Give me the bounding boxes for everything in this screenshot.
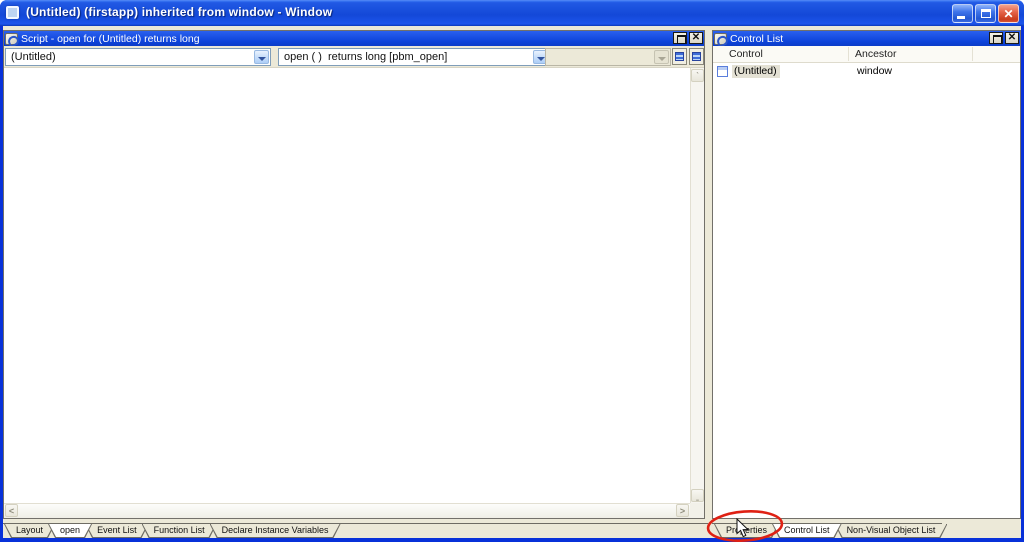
tab-function-list[interactable]: Function List — [142, 524, 217, 538]
control-dropdown[interactable]: (Untitled) — [5, 48, 271, 66]
control-list-tabstrip: Properties Control List Non-Visual Object … — [714, 524, 940, 538]
tab-label: Layout — [16, 525, 44, 535]
scroll-up-icon[interactable]: ˋ — [691, 69, 704, 82]
control-list-icon — [714, 32, 727, 45]
tab-declare-instance-variables[interactable]: Declare Instance Variables — [210, 524, 341, 538]
tab-non-visual-object-list[interactable]: Non-Visual Object List — [835, 524, 948, 538]
control-name[interactable]: (Untitled) — [732, 65, 780, 78]
column-separator — [972, 47, 973, 61]
column-header-ancestor[interactable]: Ancestor — [855, 48, 896, 60]
tab-label: Properties — [726, 525, 768, 535]
vertical-scrollbar[interactable]: ˋ ˍ — [690, 68, 704, 503]
script-toolbar: (Untitled) open ( ) returns long [pbm_op… — [4, 46, 704, 68]
caption-buttons: ✕ — [952, 4, 1019, 23]
script-panel-titlebar: Script - open for (Untitled) returns lon… — [4, 31, 704, 46]
control-list-panel: Control List ✕ Control Ancestor (Untitle… — [712, 30, 1021, 519]
script-close-button[interactable]: ✕ — [689, 32, 703, 44]
window-glyph-icon — [717, 66, 728, 77]
ancestor-name: window — [857, 65, 893, 77]
control-list-buttons: ✕ — [989, 32, 1019, 44]
maximize-icon — [981, 9, 991, 18]
minimize-button[interactable] — [952, 4, 973, 23]
tab-label: Function List — [153, 525, 205, 535]
control-list-titlebar: Control List ✕ — [713, 31, 1020, 46]
scroll-left-icon[interactable]: ˂ — [5, 504, 18, 517]
close-icon: ✕ — [1003, 7, 1014, 21]
scroll-right-icon[interactable]: ˃ — [676, 504, 689, 517]
tab-properties[interactable]: Properties — [714, 524, 779, 538]
control-list-maximize-button[interactable] — [989, 32, 1003, 44]
window-title: (Untitled) (firstapp) inherited from win… — [26, 5, 333, 19]
window-titlebar: (Untitled) (firstapp) inherited from win… — [0, 0, 1024, 26]
script-lines-icon — [675, 52, 684, 61]
control-list-header: Control Ancestor — [713, 46, 1020, 63]
chevron-down-icon[interactable] — [254, 50, 269, 64]
scrollbar-corner — [690, 503, 704, 518]
script-panel-title: Script - open for (Untitled) returns lon… — [21, 32, 200, 45]
column-header-control[interactable]: Control — [729, 48, 763, 60]
workspace-client-area: Script - open for (Untitled) returns lon… — [3, 26, 1021, 538]
control-dropdown-value: (Untitled) — [11, 51, 56, 63]
script-lines-icon — [692, 52, 701, 61]
minimize-icon — [957, 16, 965, 19]
script-panel-buttons: ✕ — [673, 32, 703, 44]
script-view-button-2[interactable] — [689, 48, 704, 65]
chevron-down-icon — [654, 50, 669, 64]
control-list-body: Control Ancestor (Untitled) window — [713, 46, 1020, 518]
script-view-button-1[interactable] — [672, 48, 687, 65]
event-dropdown-value: open ( ) returns long [pbm_open] — [284, 51, 448, 63]
tab-label: Event List — [97, 525, 137, 535]
tab-control-list[interactable]: Control List — [772, 524, 842, 538]
app-window-icon — [6, 6, 19, 19]
control-list-title: Control List — [730, 32, 784, 45]
tab-label: Control List — [784, 525, 830, 535]
script-maximize-button[interactable] — [673, 32, 687, 44]
script-panel: Script - open for (Untitled) returns lon… — [3, 30, 705, 519]
tab-label: Declare Instance Variables — [221, 525, 329, 535]
tab-label: Non-Visual Object List — [846, 525, 936, 535]
script-editor[interactable]: ˋ ˍ — [4, 68, 704, 503]
control-list-close-button[interactable]: ✕ — [1005, 32, 1019, 44]
maximize-button[interactable] — [975, 4, 996, 23]
script-tabstrip: Layout open Event List Function List Declare… — [4, 524, 334, 538]
event-dropdown[interactable]: open ( ) returns long [pbm_open] — [278, 48, 550, 66]
scroll-down-icon[interactable]: ˍ — [691, 489, 704, 502]
control-list-row[interactable]: (Untitled) window — [713, 64, 1020, 80]
application-window: (Untitled) (firstapp) inherited from win… — [0, 0, 1024, 542]
horizontal-scrollbar[interactable]: ˂ ˃ — [4, 503, 690, 518]
variables-dropdown — [545, 48, 671, 66]
script-icon — [5, 32, 18, 45]
close-button[interactable]: ✕ — [998, 4, 1019, 23]
column-separator — [848, 47, 849, 61]
tab-event-list[interactable]: Event List — [85, 524, 149, 538]
